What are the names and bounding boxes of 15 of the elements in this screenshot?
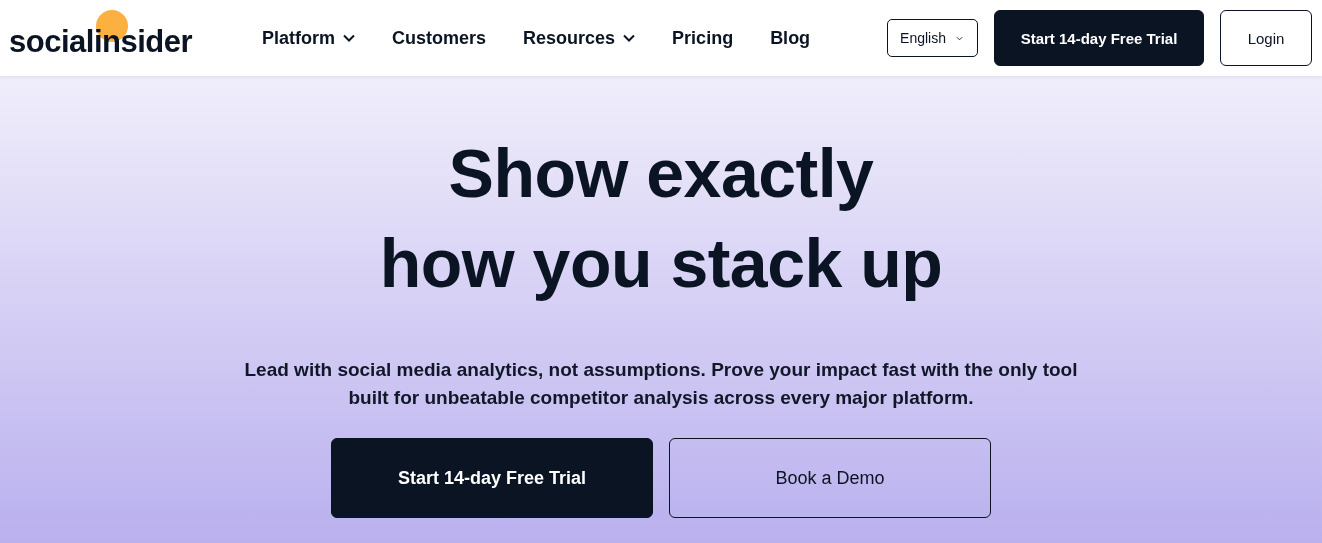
nav-link[interactable]: Platform — [262, 27, 355, 49]
headline: how you stack up — [379, 224, 943, 303]
chevron-icon — [956, 35, 963, 41]
demo-button[interactable]: Book a Demo — [669, 438, 991, 518]
nav-link[interactable]: Customers — [392, 27, 487, 49]
login-button[interactable]: Login — [1220, 10, 1312, 66]
nav-link[interactable]: Pricing — [672, 27, 734, 49]
nav-link[interactable]: Blog — [770, 27, 811, 49]
headline: Show exactly — [448, 134, 874, 213]
language-select[interactable]: English — [887, 19, 978, 57]
hero-text: Lead with social media analytics, not assumptions. Prove your impact fast with the only tool built for unbeatable competitor analysis across every major platform. — [243, 358, 1079, 410]
trial-button[interactable]: Start 14-day Free Trial — [331, 438, 653, 518]
nav-link[interactable]: Resources — [523, 27, 636, 49]
logo[interactable]: socialinsider — [9, 10, 209, 62]
trial-button[interactable]: Start 14-day Free Trial — [994, 10, 1204, 66]
